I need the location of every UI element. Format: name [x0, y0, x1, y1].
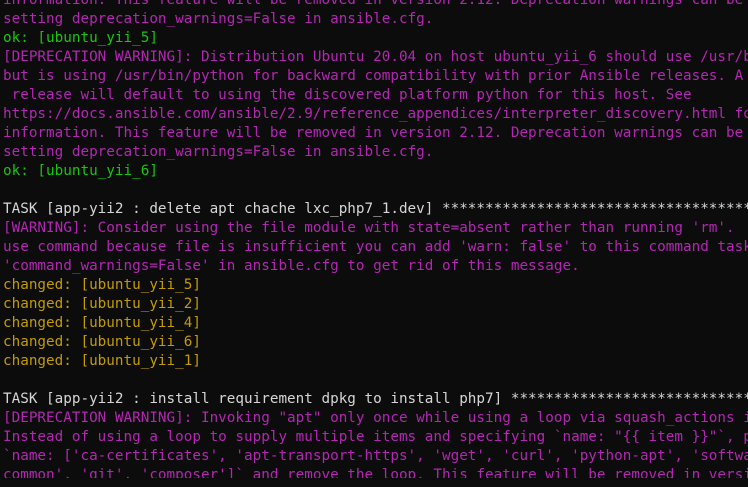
terminal-line: https://docs.ansible.com/ansible/2.9/ref…	[3, 106, 748, 122]
terminal-line: common', 'git', 'composer']` and remove …	[3, 467, 748, 478]
terminal-line: setting deprecation_warnings=False in an…	[3, 144, 434, 160]
terminal-line: setting deprecation_warnings=False in an…	[3, 11, 434, 27]
terminal-line: use command because file is insufficient…	[3, 239, 748, 255]
terminal-line: ok: [ubuntu_yii_6]	[3, 163, 158, 179]
terminal-line: 'command_warnings=False' in ansible.cfg …	[3, 258, 580, 274]
terminal-line: [WARNING]: Consider using the file modul…	[3, 220, 735, 236]
terminal-line: changed: [ubuntu_yii_6]	[3, 334, 201, 350]
terminal-line: [DEPRECATION WARNING]: Invoking "apt" on…	[3, 410, 748, 426]
terminal-line: ok: [ubuntu_yii_5]	[3, 30, 158, 46]
terminal-line: TASK [app-yii2 : delete apt chache lxc_p…	[3, 201, 748, 217]
terminal-line: but is using /usr/bin/python for backwar…	[3, 68, 744, 84]
terminal-line: release will default to using the discov…	[3, 87, 692, 103]
terminal-output[interactable]: information. This feature will be remove…	[0, 0, 748, 478]
terminal-line: changed: [ubuntu_yii_2]	[3, 296, 201, 312]
terminal-line: TASK [app-yii2 : install requirement dpk…	[3, 391, 748, 407]
terminal-line: changed: [ubuntu_yii_4]	[3, 315, 201, 331]
terminal-line: information. This feature will be remove…	[3, 125, 744, 141]
terminal-line: [DEPRECATION WARNING]: Distribution Ubun…	[3, 49, 748, 65]
terminal-line: information. This feature will be remove…	[3, 0, 744, 8]
terminal-line: Instead of using a loop to supply multip…	[3, 429, 748, 445]
terminal-line: changed: [ubuntu_yii_1]	[3, 353, 201, 369]
terminal-line: changed: [ubuntu_yii_5]	[3, 277, 201, 293]
terminal-line: `name: ['ca-certificates', 'apt-transpor…	[3, 448, 748, 464]
